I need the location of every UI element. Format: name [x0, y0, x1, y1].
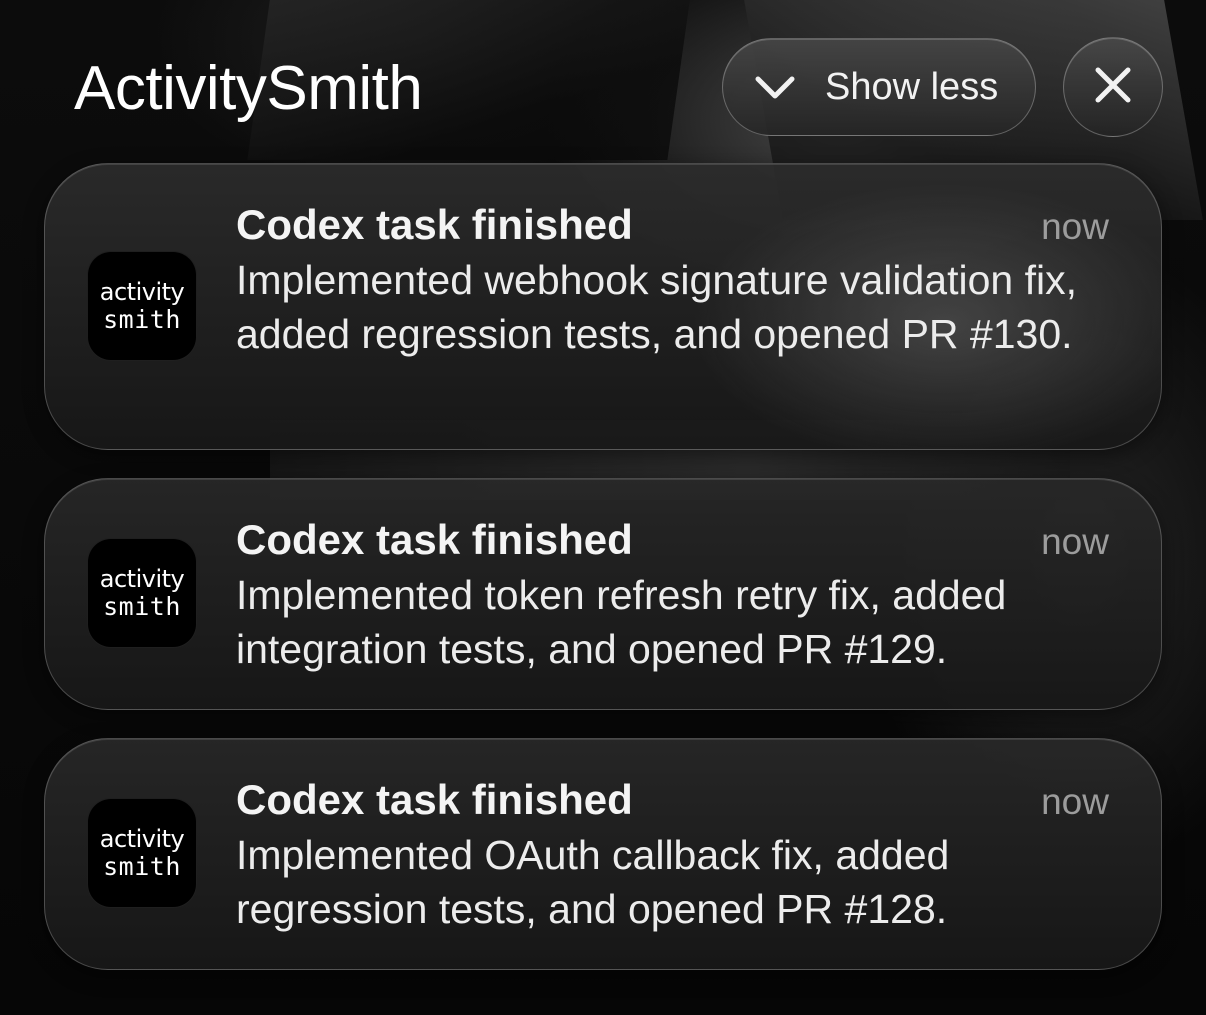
app-icon-text-line1: activity — [99, 278, 185, 306]
app-icon-text-line2: smith — [103, 592, 181, 621]
app-icon-text-line1: activity — [99, 825, 185, 853]
app-icon-text-line2: smith — [103, 852, 181, 881]
activitysmith-app-icon: activity smith — [87, 251, 197, 361]
activitysmith-app-icon: activity smith — [87, 538, 197, 648]
notification-card[interactable]: activity smith Codex task finished now I… — [44, 163, 1162, 450]
notification-time: now — [1041, 781, 1109, 822]
chevron-down-icon — [753, 72, 797, 102]
notification-title: Codex task finished — [236, 776, 633, 823]
close-icon — [1093, 65, 1133, 110]
notification-card[interactable]: activity smith Codex task finished now I… — [44, 738, 1162, 970]
show-less-button[interactable]: Show less — [722, 38, 1036, 136]
app-group-title: ActivitySmith — [74, 54, 423, 123]
app-icon-text-line2: smith — [103, 305, 181, 334]
notification-body: Implemented token refresh retry fix, add… — [236, 572, 1007, 672]
app-icon-text-line1: activity — [99, 565, 185, 593]
notification-body: Implemented webhook signature validation… — [236, 257, 1077, 357]
notification-title: Codex task finished — [236, 201, 633, 248]
show-less-label: Show less — [825, 66, 999, 108]
notification-body: Implemented OAuth callback fix, added re… — [236, 832, 950, 932]
activitysmith-app-icon: activity smith — [87, 798, 197, 908]
notification-title: Codex task finished — [236, 516, 633, 563]
notification-card[interactable]: activity smith Codex task finished now I… — [44, 478, 1162, 710]
notification-time: now — [1041, 521, 1109, 562]
notification-time: now — [1041, 206, 1109, 247]
close-button[interactable] — [1063, 37, 1163, 137]
